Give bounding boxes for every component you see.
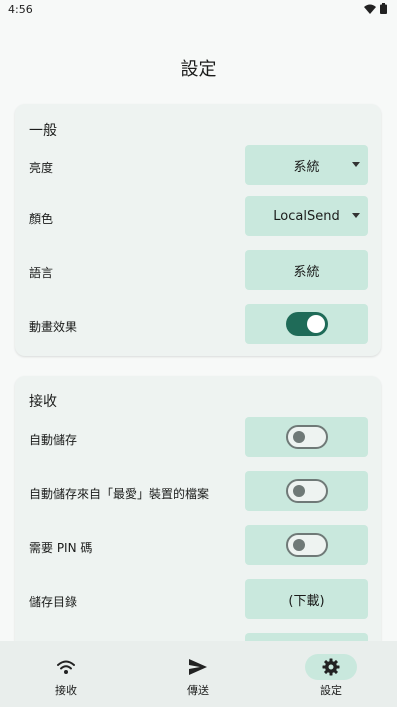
animations-toggle-container (245, 304, 368, 344)
require-pin-toggle[interactable] (285, 533, 328, 557)
dropdown-caret-icon (352, 162, 360, 167)
bottom-navigation: 接收 傳送 設定 (0, 641, 397, 707)
animations-toggle[interactable] (285, 312, 328, 336)
language-value: 系統 (293, 264, 320, 280)
brightness-dropdown[interactable]: 系統 (245, 145, 368, 185)
auto-save-favorites-toggle[interactable] (285, 479, 328, 503)
auto-save-toggle-container (245, 417, 368, 457)
save-directory-label: 儲存目錄 (29, 595, 78, 609)
status-bar: 4:56 (0, 0, 397, 22)
color-value: LocalSend (273, 208, 340, 224)
page-title: 設定 (180, 59, 217, 80)
auto-save-label: 自動儲存 (29, 433, 78, 447)
gear-icon (305, 654, 357, 680)
require-pin-toggle-container (245, 525, 368, 565)
nav-label-send: 傳送 (187, 684, 209, 697)
nav-label-settings: 設定 (320, 684, 342, 697)
status-icons (364, 3, 387, 14)
language-button[interactable]: 系統 (245, 250, 368, 290)
status-time: 4:56 (8, 3, 33, 16)
nav-label-receive: 接收 (55, 684, 77, 697)
color-label: 顏色 (29, 212, 54, 226)
wifi-signal-icon (364, 4, 376, 14)
wifi-icon (52, 654, 80, 680)
toggle-knob (306, 315, 325, 333)
dropdown-caret-icon (352, 213, 360, 218)
toggle-knob (292, 539, 305, 551)
toggle-knob (292, 431, 305, 443)
animations-label: 動畫效果 (29, 320, 78, 334)
general-section-title: 一般 (29, 123, 57, 139)
receive-settings-card: 接收 自動儲存 自動儲存來自「最愛」裝置的檔案 需要 PIN 碼 儲存目錄 (下… (15, 376, 381, 676)
auto-save-favorites-toggle-container (245, 471, 368, 511)
color-dropdown[interactable]: LocalSend (245, 196, 368, 236)
general-settings-card: 一般 亮度 系統 顏色 LocalSend 語言 系統 動畫效果 (15, 104, 381, 356)
nav-item-receive[interactable]: 接收 (0, 641, 132, 707)
toggle-knob (292, 485, 305, 497)
require-pin-label: 需要 PIN 碼 (29, 541, 93, 555)
brightness-label: 亮度 (29, 161, 54, 175)
receive-section-title: 接收 (29, 394, 57, 410)
save-directory-button[interactable]: (下載) (245, 579, 368, 619)
language-label: 語言 (29, 266, 54, 280)
brightness-value: 系統 (293, 159, 320, 175)
battery-icon (380, 3, 387, 14)
nav-item-send[interactable]: 傳送 (132, 641, 264, 707)
auto-save-favorites-label: 自動儲存來自「最愛」裝置的檔案 (29, 487, 210, 501)
nav-item-settings[interactable]: 設定 (265, 641, 397, 707)
send-icon (184, 654, 212, 680)
auto-save-toggle[interactable] (285, 425, 328, 449)
save-directory-value: (下載) (288, 593, 325, 609)
